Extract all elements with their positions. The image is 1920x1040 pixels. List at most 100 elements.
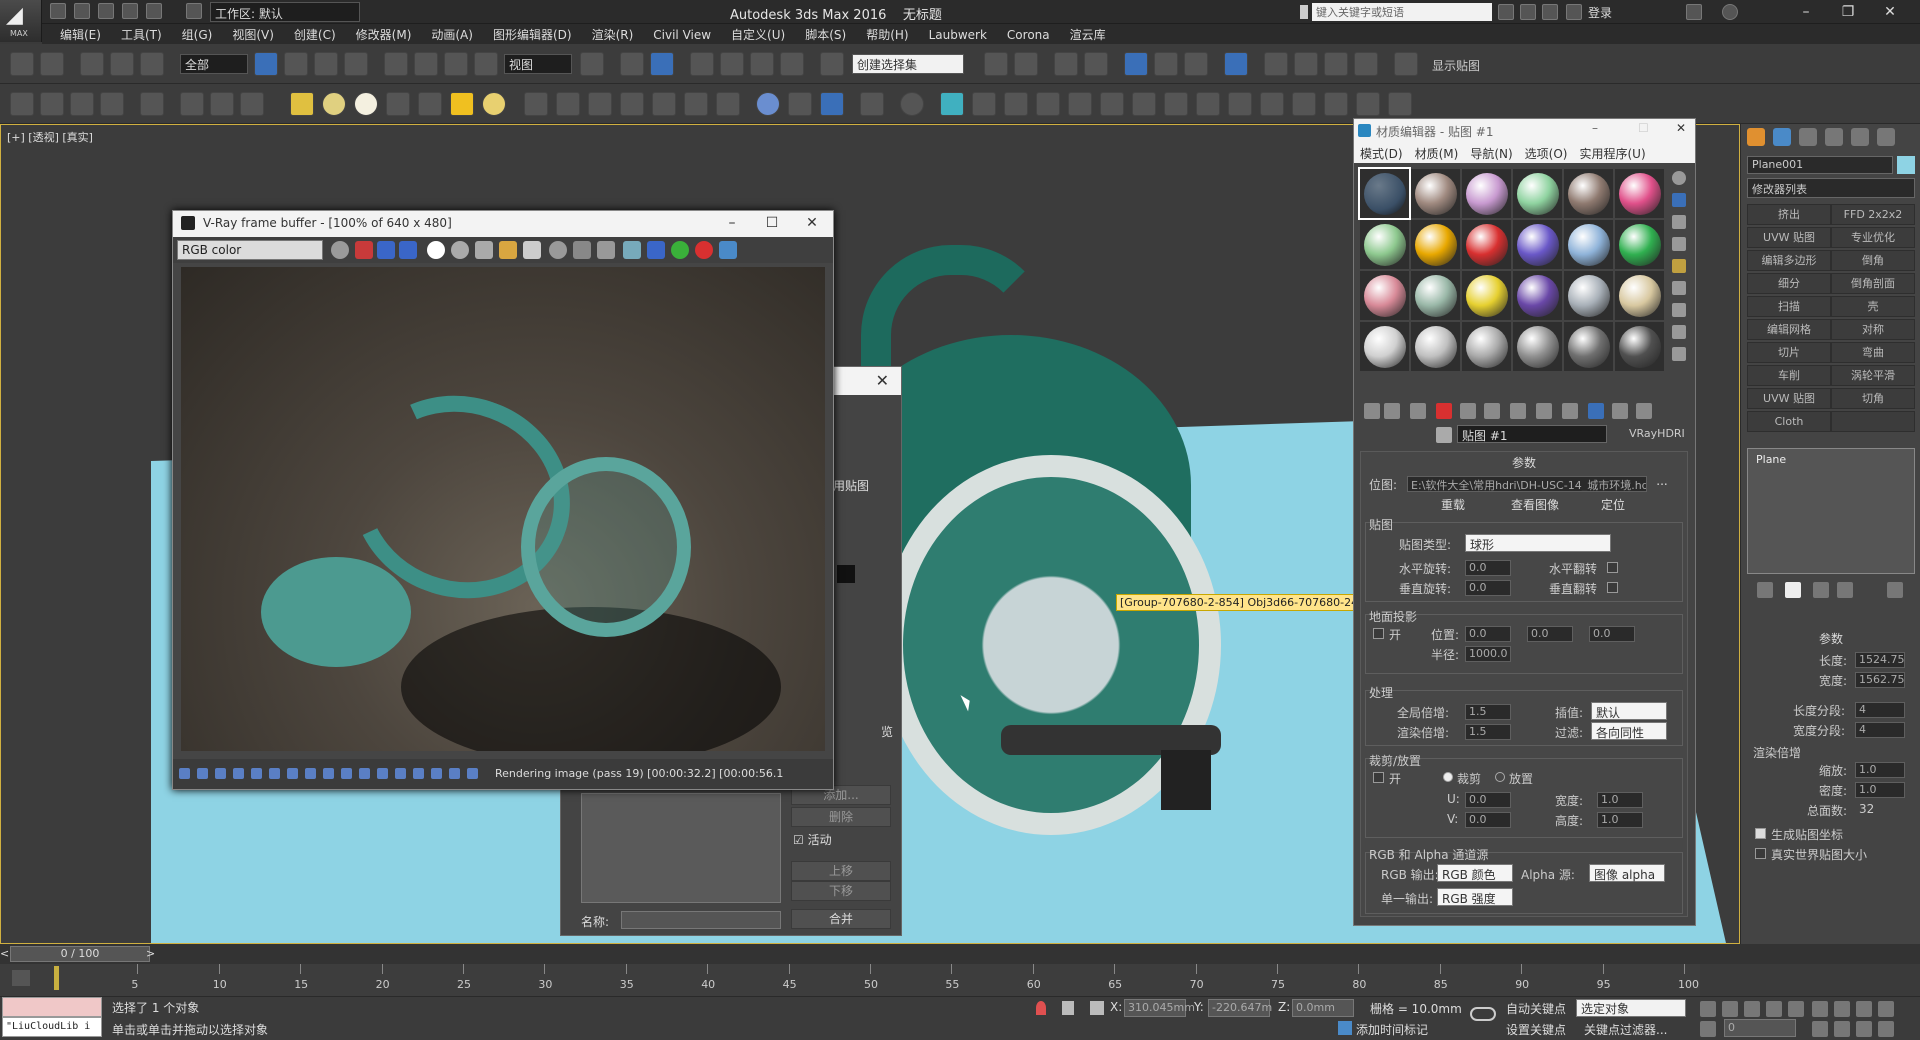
h-flip-checkbox[interactable]	[1607, 562, 1618, 573]
key-filters-button[interactable]: 关键点过滤器...	[1584, 1021, 1667, 1038]
clear-image-icon[interactable]	[523, 241, 541, 259]
put-to-library-icon[interactable]	[1510, 403, 1526, 419]
map-type-button[interactable]: VRayHDRI	[1629, 427, 1685, 440]
status-tool-15-icon[interactable]	[431, 768, 442, 779]
material-slot[interactable]	[1615, 271, 1664, 320]
menu-help[interactable]: 帮助(H)	[856, 24, 918, 45]
material-map-navigator-icon[interactable]	[1672, 347, 1686, 361]
corona-render-icon[interactable]	[1260, 92, 1284, 116]
y-coord-field[interactable]: -220.647m	[1208, 999, 1272, 1017]
green-channel-icon[interactable]	[377, 241, 395, 259]
position-y-field[interactable]: 0.0	[1527, 626, 1573, 642]
gen-mapping-checkbox[interactable]	[1755, 828, 1766, 839]
open-file-icon[interactable]	[74, 3, 90, 19]
video-check-icon[interactable]	[1672, 259, 1686, 273]
lens-effects-icon[interactable]	[647, 241, 665, 259]
undo-icon[interactable]	[10, 52, 34, 76]
percent-snap-icon[interactable]	[750, 52, 774, 76]
scale-field[interactable]: 1.0	[1855, 762, 1905, 778]
make-unique-icon[interactable]	[1484, 403, 1500, 419]
alpha-channel-icon[interactable]	[427, 241, 445, 259]
vfb-minimize-button[interactable]: –	[717, 215, 747, 231]
material-slot[interactable]	[1513, 220, 1562, 269]
v-flip-checkbox[interactable]	[1607, 582, 1618, 593]
go-to-start-icon[interactable]	[1700, 1001, 1716, 1017]
zoom-all-icon[interactable]	[1834, 1001, 1850, 1017]
position-x-field[interactable]: 0.0	[1465, 626, 1511, 642]
height-field[interactable]: 1.0	[1597, 812, 1643, 828]
dialog-frag-browse[interactable]: 览	[881, 723, 893, 740]
time-prev-icon[interactable]: <	[0, 947, 9, 960]
save-file-icon[interactable]	[98, 3, 114, 19]
status-tool-8-icon[interactable]	[305, 768, 316, 779]
make-unique-icon[interactable]	[1813, 582, 1829, 598]
key-mode-icon[interactable]	[1700, 1021, 1716, 1037]
vray-sun-icon[interactable]	[450, 92, 474, 116]
favorites-star-icon[interactable]	[1542, 4, 1558, 20]
region-render-icon[interactable]	[597, 241, 615, 259]
zoom-extents-icon[interactable]	[1856, 1001, 1872, 1017]
dialog-close-icon[interactable]: ✕	[876, 371, 889, 390]
material-slot[interactable]	[1411, 169, 1460, 218]
mat-minimize-button[interactable]: –	[1592, 121, 1598, 135]
undo-icon[interactable]	[122, 3, 138, 19]
global-mult-field[interactable]: 1.5	[1465, 704, 1511, 720]
rendered-frame-window-icon[interactable]	[1294, 52, 1318, 76]
current-frame-field[interactable]: 0	[1724, 1019, 1796, 1037]
menu-xuanyun[interactable]: 渲云库	[1060, 24, 1116, 45]
maximize-viewport-icon[interactable]	[1878, 1021, 1894, 1037]
light-lister-icon[interactable]	[140, 92, 164, 116]
modifier-button[interactable]: 专业优化	[1831, 227, 1915, 248]
make-preview-icon[interactable]	[1672, 281, 1686, 295]
menu-graph-editors[interactable]: 图形编辑器(D)	[483, 24, 582, 45]
get-material-icon[interactable]	[1364, 403, 1380, 419]
vray-vfb-icon[interactable]	[1394, 52, 1418, 76]
blue-channel-icon[interactable]	[399, 241, 417, 259]
material-slot[interactable]	[1615, 220, 1664, 269]
remove-modifier-icon[interactable]	[1837, 582, 1853, 598]
project-folder-icon[interactable]	[186, 3, 202, 19]
mono-icon[interactable]	[451, 241, 469, 259]
edit-named-sets-icon[interactable]	[820, 52, 844, 76]
display-tab-icon[interactable]	[1851, 128, 1869, 146]
pan-view-icon[interactable]	[1834, 1021, 1850, 1037]
v-rotation-field[interactable]: 0.0	[1465, 580, 1511, 596]
length-segs-field[interactable]: 4	[1855, 702, 1905, 718]
status-tool-14-icon[interactable]	[413, 768, 424, 779]
zoom-extents-all-icon[interactable]	[1878, 1001, 1894, 1017]
x-coord-field[interactable]: 310.045mm	[1124, 999, 1195, 1017]
color-picker-icon[interactable]	[331, 241, 349, 259]
status-tool-9-icon[interactable]	[323, 768, 334, 779]
move-icon[interactable]	[384, 52, 408, 76]
utilities-tab-icon[interactable]	[1877, 128, 1895, 146]
next-frame-icon[interactable]	[1766, 1001, 1782, 1017]
position-z-field[interactable]: 0.0	[1589, 626, 1635, 642]
crop-on-checkbox[interactable]	[1373, 772, 1384, 783]
modifier-button[interactable]: 切角	[1831, 388, 1915, 409]
vray-ies-icon[interactable]	[210, 92, 234, 116]
duplicate-icon[interactable]	[549, 241, 567, 259]
spinner-snap-icon[interactable]	[780, 52, 804, 76]
status-tool-1-icon[interactable]	[179, 768, 190, 779]
modifier-button[interactable]: 细分	[1747, 273, 1831, 294]
time-next-icon[interactable]: >	[146, 947, 155, 960]
status-tool-6-icon[interactable]	[269, 768, 280, 779]
modifier-button[interactable]: FFD 2x2x2	[1831, 204, 1915, 225]
modifier-button[interactable]: UVW 贴图	[1747, 227, 1831, 248]
material-slot[interactable]	[1462, 220, 1511, 269]
stack-item-plane[interactable]: Plane	[1756, 453, 1786, 466]
material-slot[interactable]	[1360, 220, 1409, 269]
vray-material-icon[interactable]	[756, 92, 780, 116]
material-slot[interactable]	[1513, 322, 1562, 371]
track-mouse-icon[interactable]	[573, 241, 591, 259]
link-icon[interactable]	[80, 52, 104, 76]
vray-sphere-icon[interactable]	[322, 92, 346, 116]
mat-maximize-button[interactable]: ☐	[1638, 121, 1649, 135]
binoculars-icon[interactable]	[1498, 4, 1514, 20]
radius-field[interactable]: 1000.0	[1465, 646, 1511, 662]
put-to-scene-icon[interactable]	[1384, 403, 1400, 419]
zoom-icon[interactable]	[1812, 1001, 1828, 1017]
render-iterative-icon[interactable]	[1354, 52, 1378, 76]
render-production-icon[interactable]	[1324, 52, 1348, 76]
go-to-parent-icon[interactable]	[1612, 403, 1628, 419]
